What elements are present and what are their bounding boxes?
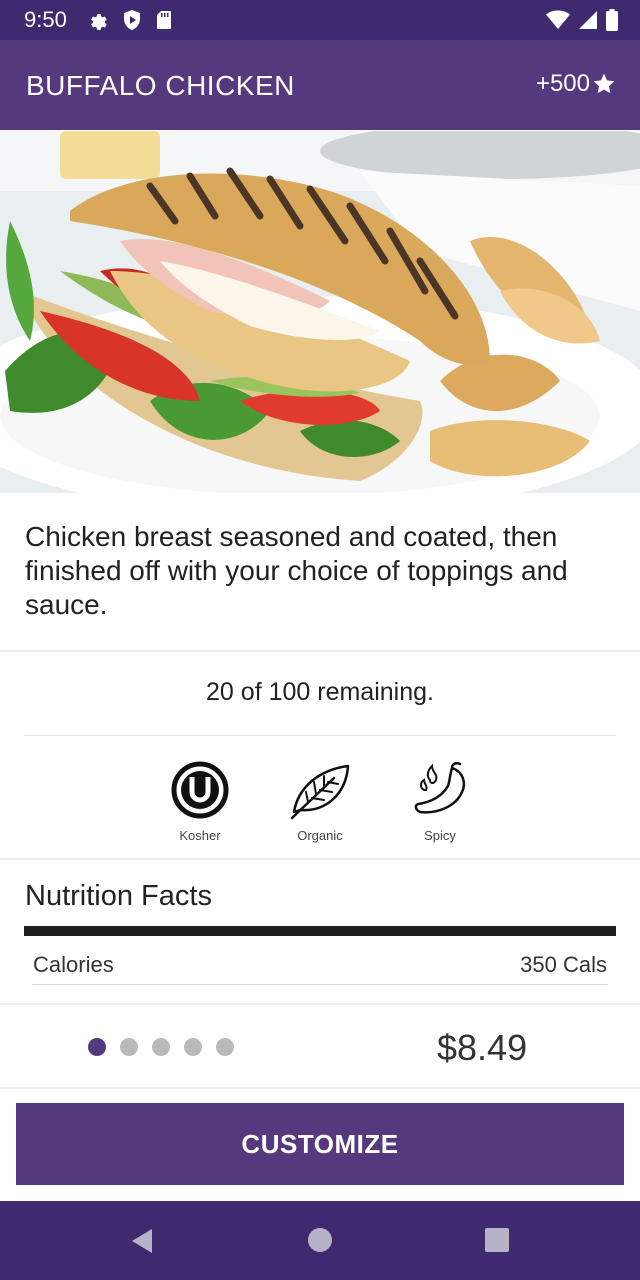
status-bar: 9:50 bbox=[0, 0, 640, 40]
customize-button[interactable]: CUSTOMIZE bbox=[16, 1103, 624, 1185]
chili-pepper-icon bbox=[414, 761, 466, 814]
nutrition-list[interactable]: Calories 350 Cals bbox=[0, 940, 640, 1002]
page-dot-2[interactable] bbox=[120, 1038, 138, 1056]
nutrition-header-bar bbox=[24, 926, 616, 936]
attribute-organic: Organic bbox=[265, 758, 375, 843]
system-nav-bar bbox=[0, 1201, 640, 1280]
attribute-kosher: Kosher bbox=[145, 758, 255, 843]
nutrition-title: Nutrition Facts bbox=[25, 880, 212, 912]
page-dot-4[interactable] bbox=[184, 1038, 202, 1056]
item-price: $8.49 bbox=[437, 1027, 528, 1068]
divider bbox=[0, 650, 640, 652]
pager-price-bar: $8.49 bbox=[0, 1003, 640, 1089]
reward-points-value: +500 bbox=[535, 70, 590, 97]
divider bbox=[24, 735, 616, 736]
status-system-icons bbox=[546, 9, 618, 31]
leaf-icon bbox=[290, 764, 350, 820]
page-dot-1[interactable] bbox=[88, 1038, 106, 1056]
shield-play-icon bbox=[124, 10, 140, 30]
page-dot-5[interactable] bbox=[216, 1038, 234, 1056]
attribute-label: Spicy bbox=[424, 828, 456, 843]
availability-text: 20 of 100 remaining. bbox=[206, 678, 434, 706]
row-divider bbox=[32, 984, 608, 985]
divider bbox=[0, 858, 640, 860]
attribute-spicy: Spicy bbox=[385, 758, 495, 843]
dietary-attributes: Kosher Organic Spicy bbox=[140, 758, 500, 843]
sd-card-icon bbox=[157, 11, 171, 29]
app-bar: BUFFALO CHICKEN +500 bbox=[0, 40, 640, 130]
signal-icon bbox=[579, 11, 597, 29]
recents-icon[interactable] bbox=[484, 1227, 510, 1253]
kosher-icon bbox=[171, 761, 229, 819]
gear-icon bbox=[91, 14, 107, 30]
star-icon bbox=[593, 73, 615, 94]
status-notification-icons bbox=[86, 9, 172, 31]
home-icon[interactable] bbox=[307, 1227, 333, 1253]
nutrition-value: 350 Cals bbox=[520, 952, 607, 977]
nutrition-row-calories: Calories 350 Cals bbox=[24, 940, 616, 988]
food-photo bbox=[0, 131, 640, 493]
attribute-label: Organic bbox=[297, 828, 343, 843]
back-icon[interactable] bbox=[128, 1227, 156, 1255]
page-dot-3[interactable] bbox=[152, 1038, 170, 1056]
item-description: Chicken breast seasoned and coated, then… bbox=[25, 521, 568, 620]
wifi-icon bbox=[546, 10, 570, 29]
attribute-label: Kosher bbox=[179, 828, 221, 843]
reward-points[interactable]: +500 bbox=[536, 70, 616, 98]
battery-icon bbox=[606, 9, 618, 31]
sandwich-illustration bbox=[0, 131, 640, 493]
page-indicator[interactable] bbox=[88, 1038, 234, 1056]
page-title: BUFFALO CHICKEN bbox=[26, 70, 295, 101]
status-time: 9:50 bbox=[24, 7, 67, 32]
nutrition-label: Calories bbox=[33, 952, 114, 977]
